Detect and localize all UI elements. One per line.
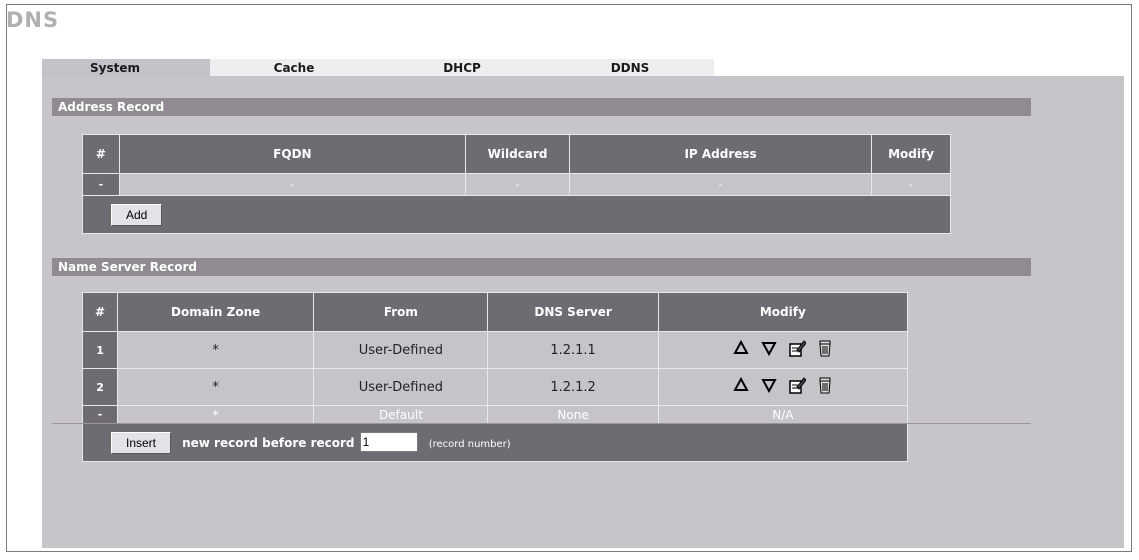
tab-cache[interactable]: Cache: [210, 59, 378, 76]
name-server-table: # Domain Zone From DNS Server Modify 1 *…: [81, 292, 909, 462]
row-number: 1: [81, 331, 119, 369]
edit-icon[interactable]: [788, 376, 806, 394]
col-header-ip-address: IP Address: [569, 134, 873, 174]
col-header-modify: Modify: [871, 134, 951, 174]
modify-cell: [657, 368, 909, 406]
tab-dhcp[interactable]: DHCP: [378, 59, 546, 76]
table-row: - * Default None N/A: [81, 405, 909, 424]
col-header-wildcard: Wildcard: [464, 134, 571, 174]
footer-cell: Add: [82, 195, 951, 234]
modify-cell: N/A: [657, 405, 909, 424]
col-header-number: #: [81, 292, 119, 332]
dns-server-cell: 1.2.1.1: [487, 331, 659, 369]
col-header-dns-server: DNS Server: [487, 292, 659, 332]
from-cell: User-Defined: [313, 331, 489, 369]
col-header-fqdn: FQDN: [118, 134, 466, 174]
row-number: -: [81, 405, 119, 424]
move-up-icon[interactable]: [732, 339, 750, 357]
modify-icons: [732, 339, 834, 357]
from-cell: User-Defined: [313, 368, 489, 406]
address-record-table: # FQDN Wildcard IP Address Modify - - - …: [82, 134, 951, 234]
tab-ddns[interactable]: DDNS: [546, 59, 714, 76]
modify-cell: [657, 331, 909, 369]
col-header-modify: Modify: [657, 292, 909, 332]
record-number-hint: (record number): [428, 438, 511, 450]
insert-button[interactable]: Insert: [111, 431, 172, 454]
table-footer: Insert new record before record (record …: [82, 423, 908, 462]
row-number: -: [82, 173, 120, 196]
tab-label: System: [90, 60, 140, 75]
delete-icon[interactable]: [816, 339, 834, 357]
row-number: 2: [81, 368, 119, 406]
from-cell: Default: [313, 405, 489, 424]
move-down-icon[interactable]: [760, 339, 778, 357]
tab-bar: System Cache DHCP DDNS: [42, 59, 714, 76]
domain-zone-cell: *: [117, 331, 315, 369]
tab-label: DDNS: [610, 60, 650, 75]
tab-system[interactable]: System: [42, 59, 210, 76]
table-header-row: # Domain Zone From DNS Server Modify: [81, 292, 909, 332]
address-record-title: Address Record: [52, 98, 1031, 116]
name-server-record-title: Name Server Record: [52, 258, 1031, 276]
table-row: 2 * User-Defined 1.2.1.2: [81, 368, 909, 406]
record-number-input[interactable]: [359, 432, 418, 452]
move-down-icon[interactable]: [760, 376, 778, 394]
table-row: 1 * User-Defined 1.2.1.1: [81, 331, 909, 369]
domain-zone-cell: *: [117, 405, 315, 424]
delete-icon[interactable]: [816, 376, 834, 394]
dns-server-cell: 1.2.1.2: [487, 368, 659, 406]
add-button[interactable]: Add: [111, 203, 163, 226]
divider: [52, 423, 1031, 424]
table-row: - - - - -: [82, 173, 951, 196]
col-header-domain-zone: Domain Zone: [117, 292, 315, 332]
wildcard-cell: -: [464, 173, 571, 196]
page-title: DNS: [6, 8, 60, 32]
col-header-from: From: [313, 292, 489, 332]
domain-zone-cell: *: [117, 368, 315, 406]
ip-address-cell: -: [569, 173, 873, 196]
footer-cell: Insert new record before record (record …: [82, 423, 908, 462]
tab-label: DHCP: [443, 60, 481, 75]
modify-icons: [732, 376, 834, 394]
col-header-number: #: [82, 134, 120, 174]
modify-cell: -: [871, 173, 951, 196]
table-footer: Add: [82, 195, 951, 234]
fqdn-cell: -: [118, 173, 466, 196]
tab-label: Cache: [273, 60, 315, 75]
table-header-row: # FQDN Wildcard IP Address Modify: [82, 134, 951, 174]
move-up-icon[interactable]: [732, 376, 750, 394]
insert-label: new record before record: [182, 435, 355, 450]
edit-icon[interactable]: [788, 339, 806, 357]
dns-server-cell: None: [487, 405, 659, 424]
